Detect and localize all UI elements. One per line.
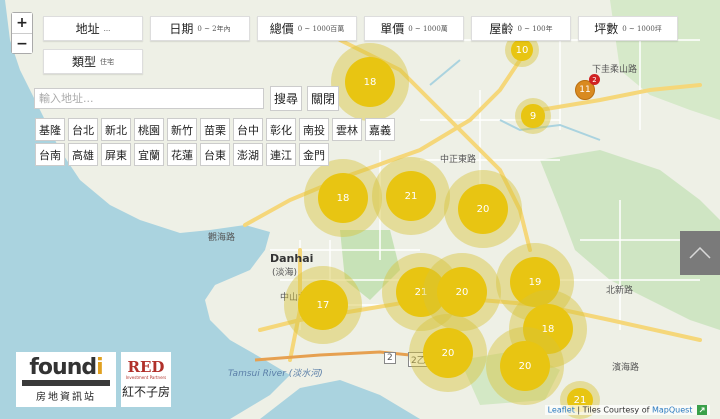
map-label-road-bin: 濱海路 <box>612 363 640 373</box>
map-label-danhai-cn: (淡海) <box>272 268 298 278</box>
map-label-road-xiazhang: 下圭柔山路 <box>592 65 638 75</box>
filter-date-button[interactable]: 日期 0 ~ 2年內 <box>150 16 250 41</box>
region-button[interactable]: 澎湖 <box>233 143 263 166</box>
red-logo: RED Investment Partners 紅不子房 <box>121 352 171 407</box>
map-label-road-guanhai: 觀海路 <box>208 233 236 243</box>
filter-unit-price-button[interactable]: 單價 0 ~ 1000萬 <box>364 16 464 41</box>
zoom-out-button[interactable]: − <box>12 33 32 53</box>
address-search-input[interactable] <box>34 88 264 109</box>
filter-type-button[interactable]: 類型 住宅 <box>43 49 143 74</box>
region-button[interactable]: 台南 <box>35 143 65 166</box>
mapquest-link[interactable]: MapQuest <box>652 406 692 415</box>
foundi-logo: foundi 房地資訊站 <box>16 352 116 407</box>
region-button[interactable]: 宜蘭 <box>134 143 164 166</box>
region-button[interactable]: 彰化 <box>266 118 296 141</box>
route-shield: 2 <box>384 352 396 364</box>
pin-marker[interactable]: 11 2 <box>575 74 600 100</box>
cluster-marker[interactable]: 9 <box>515 98 551 134</box>
region-button[interactable]: 苗栗 <box>200 118 230 141</box>
region-button[interactable]: 花蓮 <box>167 143 197 166</box>
region-button[interactable]: 新北 <box>101 118 131 141</box>
region-button[interactable]: 雲林 <box>332 118 362 141</box>
map-label-danhai: Danhai <box>270 252 314 265</box>
filter-total-price-button[interactable]: 總價 0 ~ 1000百萬 <box>257 16 357 41</box>
region-button[interactable]: 金門 <box>299 143 329 166</box>
cluster-marker[interactable]: 20 <box>444 170 522 248</box>
region-button[interactable]: 桃園 <box>134 118 164 141</box>
region-button[interactable]: 台中 <box>233 118 263 141</box>
filter-address-button[interactable]: 地址... <box>43 16 143 41</box>
zoom-in-button[interactable]: + <box>12 13 32 33</box>
region-button[interactable]: 嘉義 <box>365 118 395 141</box>
region-button[interactable]: 連江 <box>266 143 296 166</box>
region-button[interactable]: 台東 <box>200 143 230 166</box>
scroll-up-tab[interactable] <box>680 231 720 275</box>
leaflet-link[interactable]: Leaflet <box>548 406 575 415</box>
chevron-up-icon <box>689 247 711 259</box>
pin-badge: 2 <box>589 74 600 85</box>
search-button[interactable]: 搜尋 <box>270 86 302 111</box>
map-label-road-beixin: 北新路 <box>606 286 634 296</box>
map-label-tamsui-river: Tamsui River (淡水河) <box>228 369 323 379</box>
region-button[interactable]: 南投 <box>299 118 329 141</box>
zoom-control: + − <box>11 12 33 54</box>
filter-area-button[interactable]: 坪數 0 ~ 1000坪 <box>578 16 678 41</box>
cluster-marker[interactable]: 20 <box>409 314 487 392</box>
map-attribution: Leaflet | Tiles Courtesy of MapQuest <box>544 405 710 415</box>
close-button[interactable]: 關閉 <box>307 86 339 111</box>
region-button[interactable]: 新竹 <box>167 118 197 141</box>
external-link-icon <box>697 405 707 415</box>
filter-age-button[interactable]: 屋齡 0 ~ 100年 <box>471 16 571 41</box>
cluster-marker[interactable]: 21 <box>372 157 450 235</box>
region-button[interactable]: 基隆 <box>35 118 65 141</box>
map-label-road-zhongzheng: 中正東路 <box>440 155 477 165</box>
cluster-marker[interactable]: 20 <box>486 327 564 405</box>
cluster-marker[interactable]: 17 <box>284 266 362 344</box>
cluster-marker[interactable]: 18 <box>331 43 409 121</box>
region-button[interactable]: 高雄 <box>68 143 98 166</box>
cluster-marker[interactable]: 18 <box>304 159 382 237</box>
region-button[interactable]: 屏東 <box>101 143 131 166</box>
region-button[interactable]: 台北 <box>68 118 98 141</box>
